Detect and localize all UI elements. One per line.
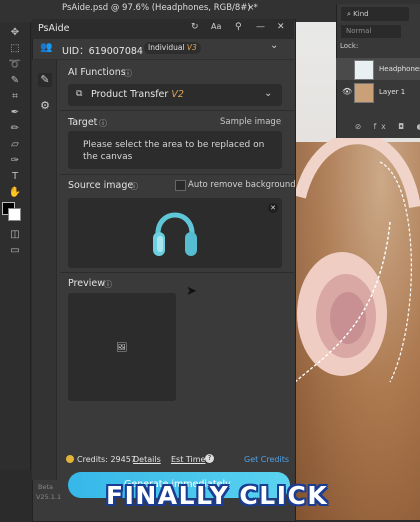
document-close-icon[interactable]: ×: [247, 3, 255, 13]
overlay-caption: FINALLY CLICK: [106, 481, 329, 510]
target-hint-text: Please select the area to be replaced on…: [83, 140, 265, 162]
font-size-icon[interactable]: Aa: [211, 22, 221, 31]
document-tab-title[interactable]: PsAide.psd @ 97.6% (Headphones, RGB/8#) …: [62, 3, 258, 13]
info-icon[interactable]: ⓘ: [99, 118, 107, 129]
visibility-eye-icon[interactable]: 👁: [342, 87, 352, 96]
product-transfer-icon: ⧉: [76, 89, 83, 99]
image-placeholder-icon: 🖼: [116, 343, 128, 353]
info-icon[interactable]: ⓘ: [130, 181, 138, 192]
close-icon[interactable]: ✕: [277, 22, 285, 32]
divider: [60, 110, 294, 111]
target-label: Target: [68, 117, 98, 128]
plugin-header: [32, 19, 294, 39]
layer-row-layer1[interactable]: 👁 Layer 1: [336, 81, 420, 103]
beta-label: Beta: [38, 483, 53, 491]
pin-icon[interactable]: ⚲: [235, 22, 242, 32]
layer-thumbnail: [354, 60, 374, 80]
function-name: Product Transfer: [91, 89, 169, 100]
info-icon[interactable]: ⓘ: [124, 68, 132, 79]
layer-row-headphones[interactable]: Headphones: [336, 58, 420, 80]
layer-name: Headphones: [379, 65, 420, 73]
refresh-icon[interactable]: ↻: [191, 22, 199, 32]
lasso-tool-icon[interactable]: ➰: [3, 58, 27, 72]
plan-label: Individual: [148, 43, 185, 52]
plugin-side-nav: [32, 60, 57, 480]
brush-tool-icon[interactable]: ✏: [3, 122, 27, 136]
ai-function-selected: Product Transfer V2: [91, 89, 184, 100]
plan-badge: Individual V3: [144, 42, 201, 54]
divider: [60, 272, 294, 273]
remove-source-close-icon[interactable]: ✕: [268, 203, 278, 213]
screen-mode-icon[interactable]: ▭: [3, 244, 27, 258]
pen-tool-icon[interactable]: ✑: [3, 154, 27, 168]
crop-tool-icon[interactable]: ⌗: [3, 90, 27, 104]
kind-filter-label: Kind: [353, 10, 369, 18]
layer-name: Layer 1: [379, 88, 406, 96]
plan-version: V3: [186, 43, 197, 52]
preview-label: Preview: [68, 278, 105, 289]
function-version: V2: [171, 89, 184, 100]
settings-gear-icon[interactable]: ⚙: [38, 99, 52, 113]
users-icon: 👥: [40, 42, 53, 53]
sample-image-link[interactable]: Sample image: [220, 117, 281, 127]
mouse-cursor-icon: ➤: [186, 284, 197, 299]
lock-label: Lock:: [340, 42, 359, 50]
help-icon[interactable]: ?: [205, 454, 214, 463]
get-credits-link[interactable]: Get Credits: [244, 455, 289, 464]
quick-select-tool-icon[interactable]: ✎: [3, 74, 27, 88]
auto-remove-label: Auto remove background: [188, 180, 296, 190]
source-headphones-image: [153, 212, 197, 256]
background-color-swatch[interactable]: [8, 208, 21, 221]
auto-remove-checkbox[interactable]: [175, 180, 186, 191]
plugin-title: PsAide: [38, 23, 70, 34]
source-image-label: Source image: [68, 180, 134, 191]
eyedropper-tool-icon[interactable]: ✒: [3, 106, 27, 120]
layer-thumbnail: [354, 83, 374, 103]
move-tool-icon[interactable]: ✥: [3, 26, 27, 40]
credits-count: Credits: 29457: [77, 455, 136, 464]
blend-mode-select[interactable]: Normal: [341, 25, 401, 38]
eraser-tool-icon[interactable]: ▱: [3, 138, 27, 152]
coin-icon: [66, 455, 74, 463]
info-icon[interactable]: ⓘ: [104, 279, 112, 290]
hand-tool-icon[interactable]: ✋: [3, 186, 27, 200]
version-label: V25.1.1: [36, 493, 62, 501]
marquee-tool-icon[interactable]: ⬚: [3, 42, 27, 56]
edit-icon[interactable]: ✎: [38, 73, 52, 87]
chevron-down-icon[interactable]: ⌄: [270, 40, 278, 51]
minimize-icon[interactable]: —: [256, 22, 265, 32]
est-time-link[interactable]: Est Time: [171, 455, 205, 464]
text-tool-icon[interactable]: T: [3, 170, 27, 184]
layers-footer-icons[interactable]: ⊘ fx ◘ ◐: [355, 122, 420, 131]
left-panel-stub: [0, 470, 32, 520]
details-link[interactable]: Details: [133, 455, 161, 464]
layer-kind-filter[interactable]: ⌕ Kind: [341, 7, 409, 21]
uid-text: UID：619007084: [62, 46, 143, 57]
chevron-down-icon[interactable]: ⌄: [264, 88, 272, 99]
divider: [60, 174, 294, 175]
quick-mask-icon[interactable]: ◫: [3, 228, 27, 242]
ai-functions-label: AI Functions: [68, 67, 126, 78]
